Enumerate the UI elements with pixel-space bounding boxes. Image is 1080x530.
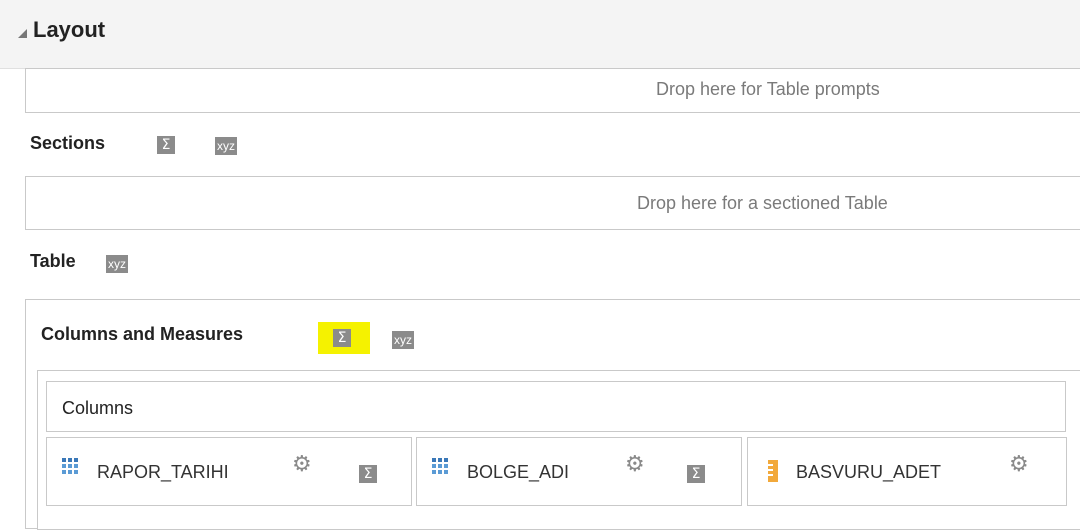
table-prompts-hint: Drop here for Table prompts — [656, 79, 880, 99]
column-item-bolge-adi[interactable]: BOLGE_ADI ⚙ Σ — [416, 437, 742, 506]
attribute-grid-icon — [62, 458, 78, 474]
table-label: Table — [30, 251, 76, 271]
table-prompts-dropzone[interactable]: Drop here for Table prompts — [25, 68, 1080, 113]
sections-xyz-icon[interactable]: xyz — [215, 137, 237, 155]
sigma-icon[interactable]: Σ — [687, 465, 705, 483]
collapse-triangle-icon[interactable] — [18, 29, 27, 38]
sigma-icon[interactable]: Σ — [359, 465, 377, 483]
column-item-basvuru-adet[interactable]: BASVURU_ADET ⚙ — [747, 437, 1067, 506]
sections-sigma-icon[interactable]: Σ — [157, 136, 175, 154]
gear-icon[interactable]: ⚙ — [1009, 453, 1029, 475]
gear-icon[interactable]: ⚙ — [292, 453, 312, 475]
column-name: BOLGE_ADI — [467, 462, 570, 482]
layout-title: Layout — [33, 17, 106, 42]
sectioned-table-hint: Drop here for a sectioned Table — [637, 193, 888, 213]
sections-label: Sections — [30, 133, 106, 153]
table-xyz-icon[interactable]: xyz — [106, 255, 128, 273]
columns-header-label: Columns — [62, 398, 134, 418]
columns-header: Columns — [46, 381, 1066, 432]
column-name: BASVURU_ADET — [796, 462, 942, 482]
column-name: RAPOR_TARIHI — [97, 462, 229, 482]
columns-and-measures-sigma-icon[interactable]: Σ — [333, 329, 351, 347]
gear-icon[interactable]: ⚙ — [625, 453, 645, 475]
attribute-grid-icon — [432, 458, 448, 474]
column-item-rapor-tarihi[interactable]: RAPOR_TARIHI ⚙ Σ — [46, 437, 412, 506]
columns-and-measures-label: Columns and Measures — [41, 324, 244, 344]
columns-and-measures-xyz-icon[interactable]: xyz — [392, 331, 414, 349]
layout-panel-header[interactable]: Layout — [0, 0, 1080, 69]
measure-ruler-icon — [768, 460, 778, 482]
sectioned-table-dropzone[interactable]: Drop here for a sectioned Table — [25, 176, 1080, 230]
